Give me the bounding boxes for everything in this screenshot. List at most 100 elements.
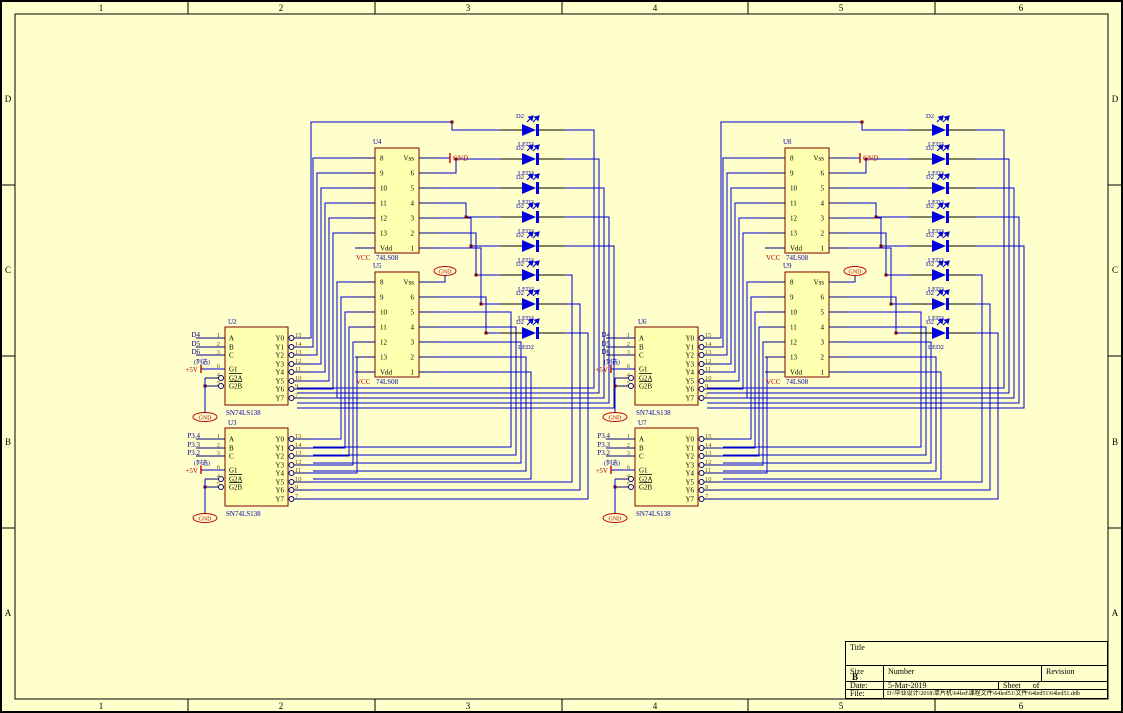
led-emission-arrow bbox=[533, 319, 539, 325]
led-D2[interactable]: D2LED2 bbox=[500, 319, 565, 351]
wire[interactable] bbox=[297, 217, 609, 403]
wire[interactable] bbox=[308, 188, 355, 364]
ic-U7[interactable]: U7SN74LS138AP3.41BP3.32CP3.23(列选)+5V6G14… bbox=[595, 419, 718, 523]
annotation-label: (列选) bbox=[604, 459, 620, 467]
wire[interactable] bbox=[438, 159, 500, 173]
wire[interactable] bbox=[308, 333, 588, 499]
led-D2[interactable]: D2LED2 bbox=[910, 232, 975, 264]
wire[interactable] bbox=[718, 233, 765, 389]
pin-number-label: 9 bbox=[295, 383, 298, 390]
inversion-bubble bbox=[699, 463, 704, 468]
led-D2[interactable]: D2LED2 bbox=[500, 261, 565, 293]
led-D2[interactable]: D2LED2 bbox=[500, 113, 565, 148]
wire[interactable] bbox=[308, 158, 355, 347]
wire[interactable] bbox=[308, 312, 355, 448]
led-D2[interactable]: D2LED2 bbox=[500, 232, 565, 264]
wire[interactable] bbox=[707, 217, 1019, 403]
wire[interactable] bbox=[718, 173, 765, 355]
led-D2[interactable]: D2LED2 bbox=[910, 290, 975, 322]
wire[interactable] bbox=[438, 297, 500, 333]
wire[interactable] bbox=[848, 159, 910, 173]
wire[interactable] bbox=[297, 188, 604, 398]
pin-name-label: 9 bbox=[380, 294, 384, 302]
wire[interactable] bbox=[308, 173, 355, 355]
wire[interactable] bbox=[707, 130, 1004, 388]
wire[interactable] bbox=[308, 233, 355, 389]
led-D2[interactable]: D2LED2 bbox=[910, 319, 975, 351]
pin-name-label: Y2 bbox=[685, 453, 694, 461]
led-emission-arrow bbox=[527, 116, 533, 122]
led-D2[interactable]: D2LED2 bbox=[500, 174, 565, 206]
number-cell[interactable]: Number bbox=[883, 666, 1041, 681]
wire[interactable] bbox=[718, 297, 765, 439]
wire[interactable] bbox=[848, 276, 855, 282]
wire[interactable] bbox=[707, 188, 1014, 398]
wire[interactable] bbox=[707, 159, 1009, 393]
wire[interactable] bbox=[848, 218, 910, 246]
wire[interactable] bbox=[718, 203, 765, 372]
wire[interactable] bbox=[718, 218, 765, 381]
wire[interactable] bbox=[308, 203, 355, 372]
wire[interactable] bbox=[848, 203, 910, 217]
border-column-label: 2 bbox=[279, 701, 284, 711]
wire[interactable] bbox=[308, 327, 355, 456]
wire[interactable] bbox=[438, 276, 445, 282]
led-D2[interactable]: D2LED2 bbox=[500, 145, 565, 177]
junction-dot bbox=[890, 303, 893, 306]
wire[interactable] bbox=[308, 297, 355, 439]
pin-name-label: 8 bbox=[380, 279, 384, 287]
led-designator-label: D2 bbox=[926, 113, 934, 120]
revision-cell[interactable]: Revision bbox=[1041, 666, 1107, 681]
led-D2[interactable]: D2LED2 bbox=[910, 174, 975, 206]
led-D2[interactable]: D2LED2 bbox=[500, 290, 565, 322]
pin-name-label: Vss bbox=[403, 155, 414, 163]
wire[interactable] bbox=[438, 248, 500, 304]
wire[interactable] bbox=[438, 218, 500, 246]
wire[interactable] bbox=[848, 248, 910, 304]
pin-name-label: 13 bbox=[790, 230, 798, 238]
file-path[interactable]: D:\毕业设计\2018\单片机\64led\课程文件\64led51\文件\6… bbox=[883, 690, 1107, 698]
pin-name-label: G2B bbox=[229, 484, 243, 492]
led-designator-label: D2 bbox=[516, 232, 524, 239]
wire[interactable] bbox=[718, 158, 765, 347]
led-D2[interactable]: D2LED2 bbox=[910, 113, 975, 148]
junction-dot bbox=[861, 121, 864, 124]
title-block-title-cell[interactable]: Title bbox=[846, 642, 1107, 666]
ic-U2[interactable]: U2SN74LS138AD41BD52CD63(列选)+5V6G14G2A5G2… bbox=[185, 318, 308, 422]
wire[interactable] bbox=[308, 275, 572, 482]
pin-number-label: 12 bbox=[295, 358, 302, 365]
pin-name-label: C bbox=[229, 453, 234, 461]
wire[interactable] bbox=[718, 188, 765, 364]
ic-U5[interactable]: U58910111213VddVss654321VCC74LS08GND bbox=[355, 262, 456, 386]
ic-U9[interactable]: U98910111213VddVss654321VCC74LS08GND bbox=[765, 262, 866, 386]
led-D2[interactable]: D2LED2 bbox=[500, 203, 565, 235]
junction-dot bbox=[485, 332, 488, 335]
ic-U4[interactable]: U48910111213VddVss654321VCC74LS08GND bbox=[355, 138, 468, 262]
led-cathode-bar bbox=[536, 124, 539, 136]
vcc-label: VCC bbox=[766, 378, 781, 386]
date-value[interactable]: 5-Mar-2019 bbox=[883, 682, 998, 689]
wire[interactable] bbox=[718, 275, 982, 482]
part-number-label: 74LS08 bbox=[786, 378, 809, 386]
wire[interactable] bbox=[297, 130, 594, 388]
wire[interactable] bbox=[308, 218, 355, 381]
wire[interactable] bbox=[297, 159, 599, 393]
led-triangle bbox=[932, 211, 946, 223]
wire[interactable] bbox=[718, 333, 998, 499]
ic-U8[interactable]: U88910111213VddVss654321VCC74LS08GND bbox=[765, 138, 878, 262]
inversion-bubble bbox=[699, 345, 704, 350]
wire[interactable] bbox=[848, 297, 910, 333]
ic-U3[interactable]: U3SN74LS138AP3.41BP3.32CP3.23(列选)+5V6G14… bbox=[185, 419, 308, 523]
border-row-label: A bbox=[5, 608, 12, 618]
wire[interactable] bbox=[718, 312, 765, 448]
title-block[interactable]: Title Size Number Revision B Date: 5-Mar… bbox=[845, 641, 1108, 699]
led-D2[interactable]: D2LED2 bbox=[910, 261, 975, 293]
schematic-canvas: 112233445566DDCCBBAAU2SN74LS138AD41BD52C… bbox=[0, 0, 1123, 713]
wire[interactable] bbox=[438, 203, 500, 217]
led-D2[interactable]: D2LED2 bbox=[910, 203, 975, 235]
inversion-bubble bbox=[699, 480, 704, 485]
inversion-bubble bbox=[289, 446, 294, 451]
led-cathode-bar bbox=[536, 327, 539, 339]
wire[interactable] bbox=[718, 327, 765, 456]
led-D2[interactable]: D2LED2 bbox=[910, 145, 975, 177]
